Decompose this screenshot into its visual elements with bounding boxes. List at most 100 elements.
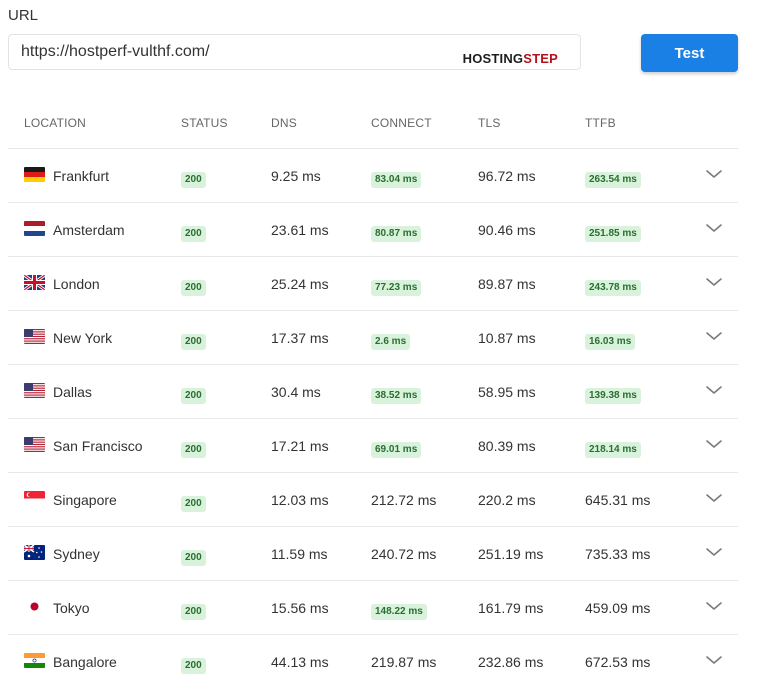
status-badge: 200 <box>181 547 206 566</box>
location-name: London <box>53 276 100 292</box>
table-body: Frankfurt 200 9.25 ms 83.04 ms 96.72 ms 263.5… <box>8 149 738 688</box>
brand-text-step: STEP <box>523 51 558 66</box>
connect-badge: 80.87 ms <box>371 223 422 242</box>
tls-time: 10.87 ms <box>478 330 536 346</box>
connect-badge: 69.01 ms <box>371 439 422 458</box>
table-row[interactable]: Tokyo 200 15.56 ms 148.22 ms 161.79 ms 459.09… <box>8 581 738 635</box>
ttfb-time: 251.85 ms <box>585 226 641 242</box>
connect-time: 77.23 ms <box>371 280 422 296</box>
connect-time: 80.87 ms <box>371 226 422 242</box>
header-status: STATUS <box>181 116 228 130</box>
ttfb-time: 243.78 ms <box>585 280 641 296</box>
connect-time: 83.04 ms <box>371 172 422 188</box>
india-flag-icon <box>24 653 45 668</box>
ttfb-time: 16.03 ms <box>585 334 636 350</box>
connect-time: 240.72 ms <box>371 546 437 562</box>
test-button[interactable]: Test <box>641 34 738 72</box>
location-name: Tokyo <box>53 600 90 616</box>
table-row[interactable]: Sydney 200 11.59 ms 240.72 ms 251.19 ms 735.3… <box>8 527 738 581</box>
status-badge: 200 <box>181 277 206 296</box>
status-code: 200 <box>181 388 206 404</box>
status-badge: 200 <box>181 223 206 242</box>
status-badge: 200 <box>181 385 206 404</box>
table-header: LOCATION STATUS DNS CONNECT TLS TTFB <box>8 96 738 149</box>
url-field[interactable]: HOSTINGSTEP <box>8 34 581 70</box>
chevron-down-icon[interactable] <box>705 654 723 668</box>
ttfb-time: 139.38 ms <box>585 388 641 404</box>
japan-flag-icon <box>24 599 45 614</box>
table-row[interactable]: Amsterdam 200 23.61 ms 80.87 ms 90.46 ms 251.… <box>8 203 738 257</box>
table-row[interactable]: London 200 25.24 ms 77.23 ms 89.87 ms 243.78 … <box>8 257 738 311</box>
status-badge: 200 <box>181 493 206 512</box>
table-row[interactable]: Singapore 200 12.03 ms 212.72 ms 220.2 ms 645… <box>8 473 738 527</box>
tls-time: 89.87 ms <box>478 276 536 292</box>
ttfb-time: 263.54 ms <box>585 172 641 188</box>
status-badge: 200 <box>181 655 206 674</box>
status-badge: 200 <box>181 601 206 620</box>
chevron-down-icon[interactable] <box>705 168 723 182</box>
connect-time: 148.22 ms <box>371 604 427 620</box>
connect-badge: 83.04 ms <box>371 169 422 188</box>
connect-time: 2.6 ms <box>371 334 411 350</box>
brand-text-hosting: HOSTING <box>462 51 524 66</box>
ttfb-time: 645.31 ms <box>585 492 651 508</box>
us-flag-icon <box>24 329 45 344</box>
dns-time: 30.4 ms <box>271 384 321 400</box>
location-name: San Francisco <box>53 438 143 454</box>
chevron-down-icon[interactable] <box>705 276 723 290</box>
table-row[interactable]: New York 200 17.37 ms 2.6 ms 10.87 ms 16.03 m… <box>8 311 738 365</box>
header-connect: CONNECT <box>371 116 432 130</box>
results-table: LOCATION STATUS DNS CONNECT TLS TTFB Fra… <box>8 96 738 688</box>
status-code: 200 <box>181 496 206 512</box>
ttfb-time: 735.33 ms <box>585 546 651 562</box>
header-dns: DNS <box>271 116 297 130</box>
table-row[interactable]: Frankfurt 200 9.25 ms 83.04 ms 96.72 ms 263.5… <box>8 149 738 203</box>
url-input[interactable] <box>21 35 481 69</box>
chevron-down-icon[interactable] <box>705 330 723 344</box>
dns-time: 25.24 ms <box>271 276 329 292</box>
connect-time: 219.87 ms <box>371 654 437 670</box>
chevron-down-icon[interactable] <box>705 384 723 398</box>
chevron-down-icon[interactable] <box>705 222 723 236</box>
chevron-down-icon[interactable] <box>705 438 723 452</box>
ttfb-time: 459.09 ms <box>585 600 651 616</box>
chevron-down-icon[interactable] <box>705 492 723 506</box>
connect-badge: 77.23 ms <box>371 277 422 296</box>
dns-time: 9.25 ms <box>271 168 321 184</box>
us-flag-icon <box>24 383 45 398</box>
location-name: Sydney <box>53 546 100 562</box>
table-row[interactable]: Bangalore 200 44.13 ms 219.87 ms 232.86 ms 67… <box>8 635 738 688</box>
status-code: 200 <box>181 280 206 296</box>
connect-time: 212.72 ms <box>371 492 437 508</box>
url-label: URL <box>8 7 39 24</box>
connect-badge: 2.6 ms <box>371 331 411 350</box>
status-code: 200 <box>181 226 206 242</box>
ttfb-time: 672.53 ms <box>585 654 651 670</box>
tls-time: 161.79 ms <box>478 600 544 616</box>
connect-badge: 148.22 ms <box>371 601 427 620</box>
ttfb-time: 218.14 ms <box>585 442 641 458</box>
header-tls: TLS <box>478 116 501 130</box>
ttfb-badge: 218.14 ms <box>585 439 641 458</box>
dns-time: 11.59 ms <box>271 546 328 562</box>
location-name: Frankfurt <box>53 168 110 184</box>
chevron-down-icon[interactable] <box>705 546 723 560</box>
location-name: Bangalore <box>53 654 117 670</box>
tls-time: 80.39 ms <box>478 438 536 454</box>
dns-time: 15.56 ms <box>271 600 329 616</box>
singapore-flag-icon <box>24 491 45 506</box>
header-location: LOCATION <box>24 116 87 130</box>
chevron-down-icon[interactable] <box>705 600 723 614</box>
status-code: 200 <box>181 550 206 566</box>
tls-time: 90.46 ms <box>478 222 536 238</box>
connect-time: 38.52 ms <box>371 388 422 404</box>
table-row[interactable]: San Francisco 200 17.21 ms 69.01 ms 80.39 ms… <box>8 419 738 473</box>
table-row[interactable]: Dallas 200 30.4 ms 38.52 ms 58.95 ms 139.38 m… <box>8 365 738 419</box>
tls-time: 232.86 ms <box>478 654 544 670</box>
germany-flag-icon <box>24 167 45 182</box>
us-flag-icon <box>24 437 45 452</box>
dns-time: 17.37 ms <box>271 330 329 346</box>
ttfb-badge: 243.78 ms <box>585 277 641 296</box>
connect-badge: 38.52 ms <box>371 385 422 404</box>
australia-flag-icon <box>24 545 45 560</box>
